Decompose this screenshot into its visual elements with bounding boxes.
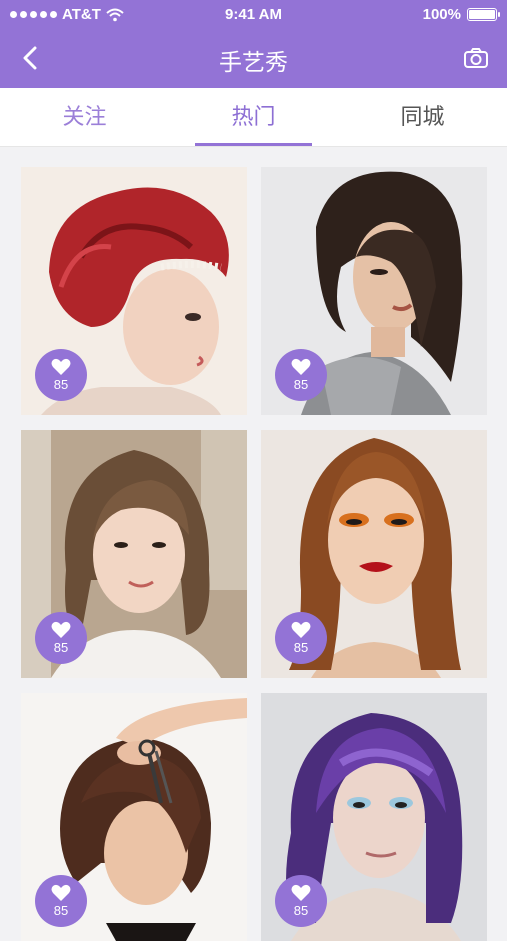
post-card[interactable]: 85 [21,167,247,415]
heart-icon [51,358,71,375]
page-title: 手艺秀 [219,49,288,75]
tab-popular[interactable]: 热门 [169,88,338,146]
heart-icon [291,621,311,638]
like-count: 85 [293,377,309,392]
like-badge[interactable]: 85 [35,349,87,401]
post-card[interactable]: 85 [261,430,487,678]
nav-bar: 手艺秀 [0,30,507,88]
header: AT&T 9:41 AM 100% 手艺秀 [0,0,507,88]
like-badge[interactable]: 85 [275,349,327,401]
tab-label: 同城 [400,104,445,129]
post-card[interactable]: 85 [21,430,247,678]
heart-icon [291,884,311,901]
post-card[interactable]: 85 [261,693,487,941]
post-card[interactable]: 85 [21,693,247,941]
like-badge[interactable]: 85 [35,875,87,927]
like-count: 85 [53,903,69,918]
tab-indicator [195,143,312,146]
status-bar: AT&T 9:41 AM 100% [0,0,507,30]
heart-icon [51,621,71,638]
tab-bar: 关注 热门 同城 [0,88,507,147]
like-count: 85 [53,377,69,392]
like-count: 85 [293,640,309,655]
heart-icon [291,358,311,375]
tab-label: 热门 [231,104,276,129]
heart-icon [51,884,71,901]
tab-following[interactable]: 关注 [0,88,169,146]
post-card[interactable]: 85 [261,167,487,415]
like-badge[interactable]: 85 [35,612,87,664]
tab-nearby[interactable]: 同城 [338,88,507,146]
like-badge[interactable]: 85 [275,612,327,664]
battery-percent: 100% [422,6,461,23]
tab-label: 关注 [62,104,107,129]
like-count: 85 [293,903,309,918]
like-count: 85 [53,640,69,655]
battery-icon [467,8,500,21]
camera-button[interactable] [459,42,493,74]
like-badge[interactable]: 85 [275,875,327,927]
camera-icon [464,48,488,68]
photo-grid: 85 85 85 85 85 85 [0,147,507,941]
